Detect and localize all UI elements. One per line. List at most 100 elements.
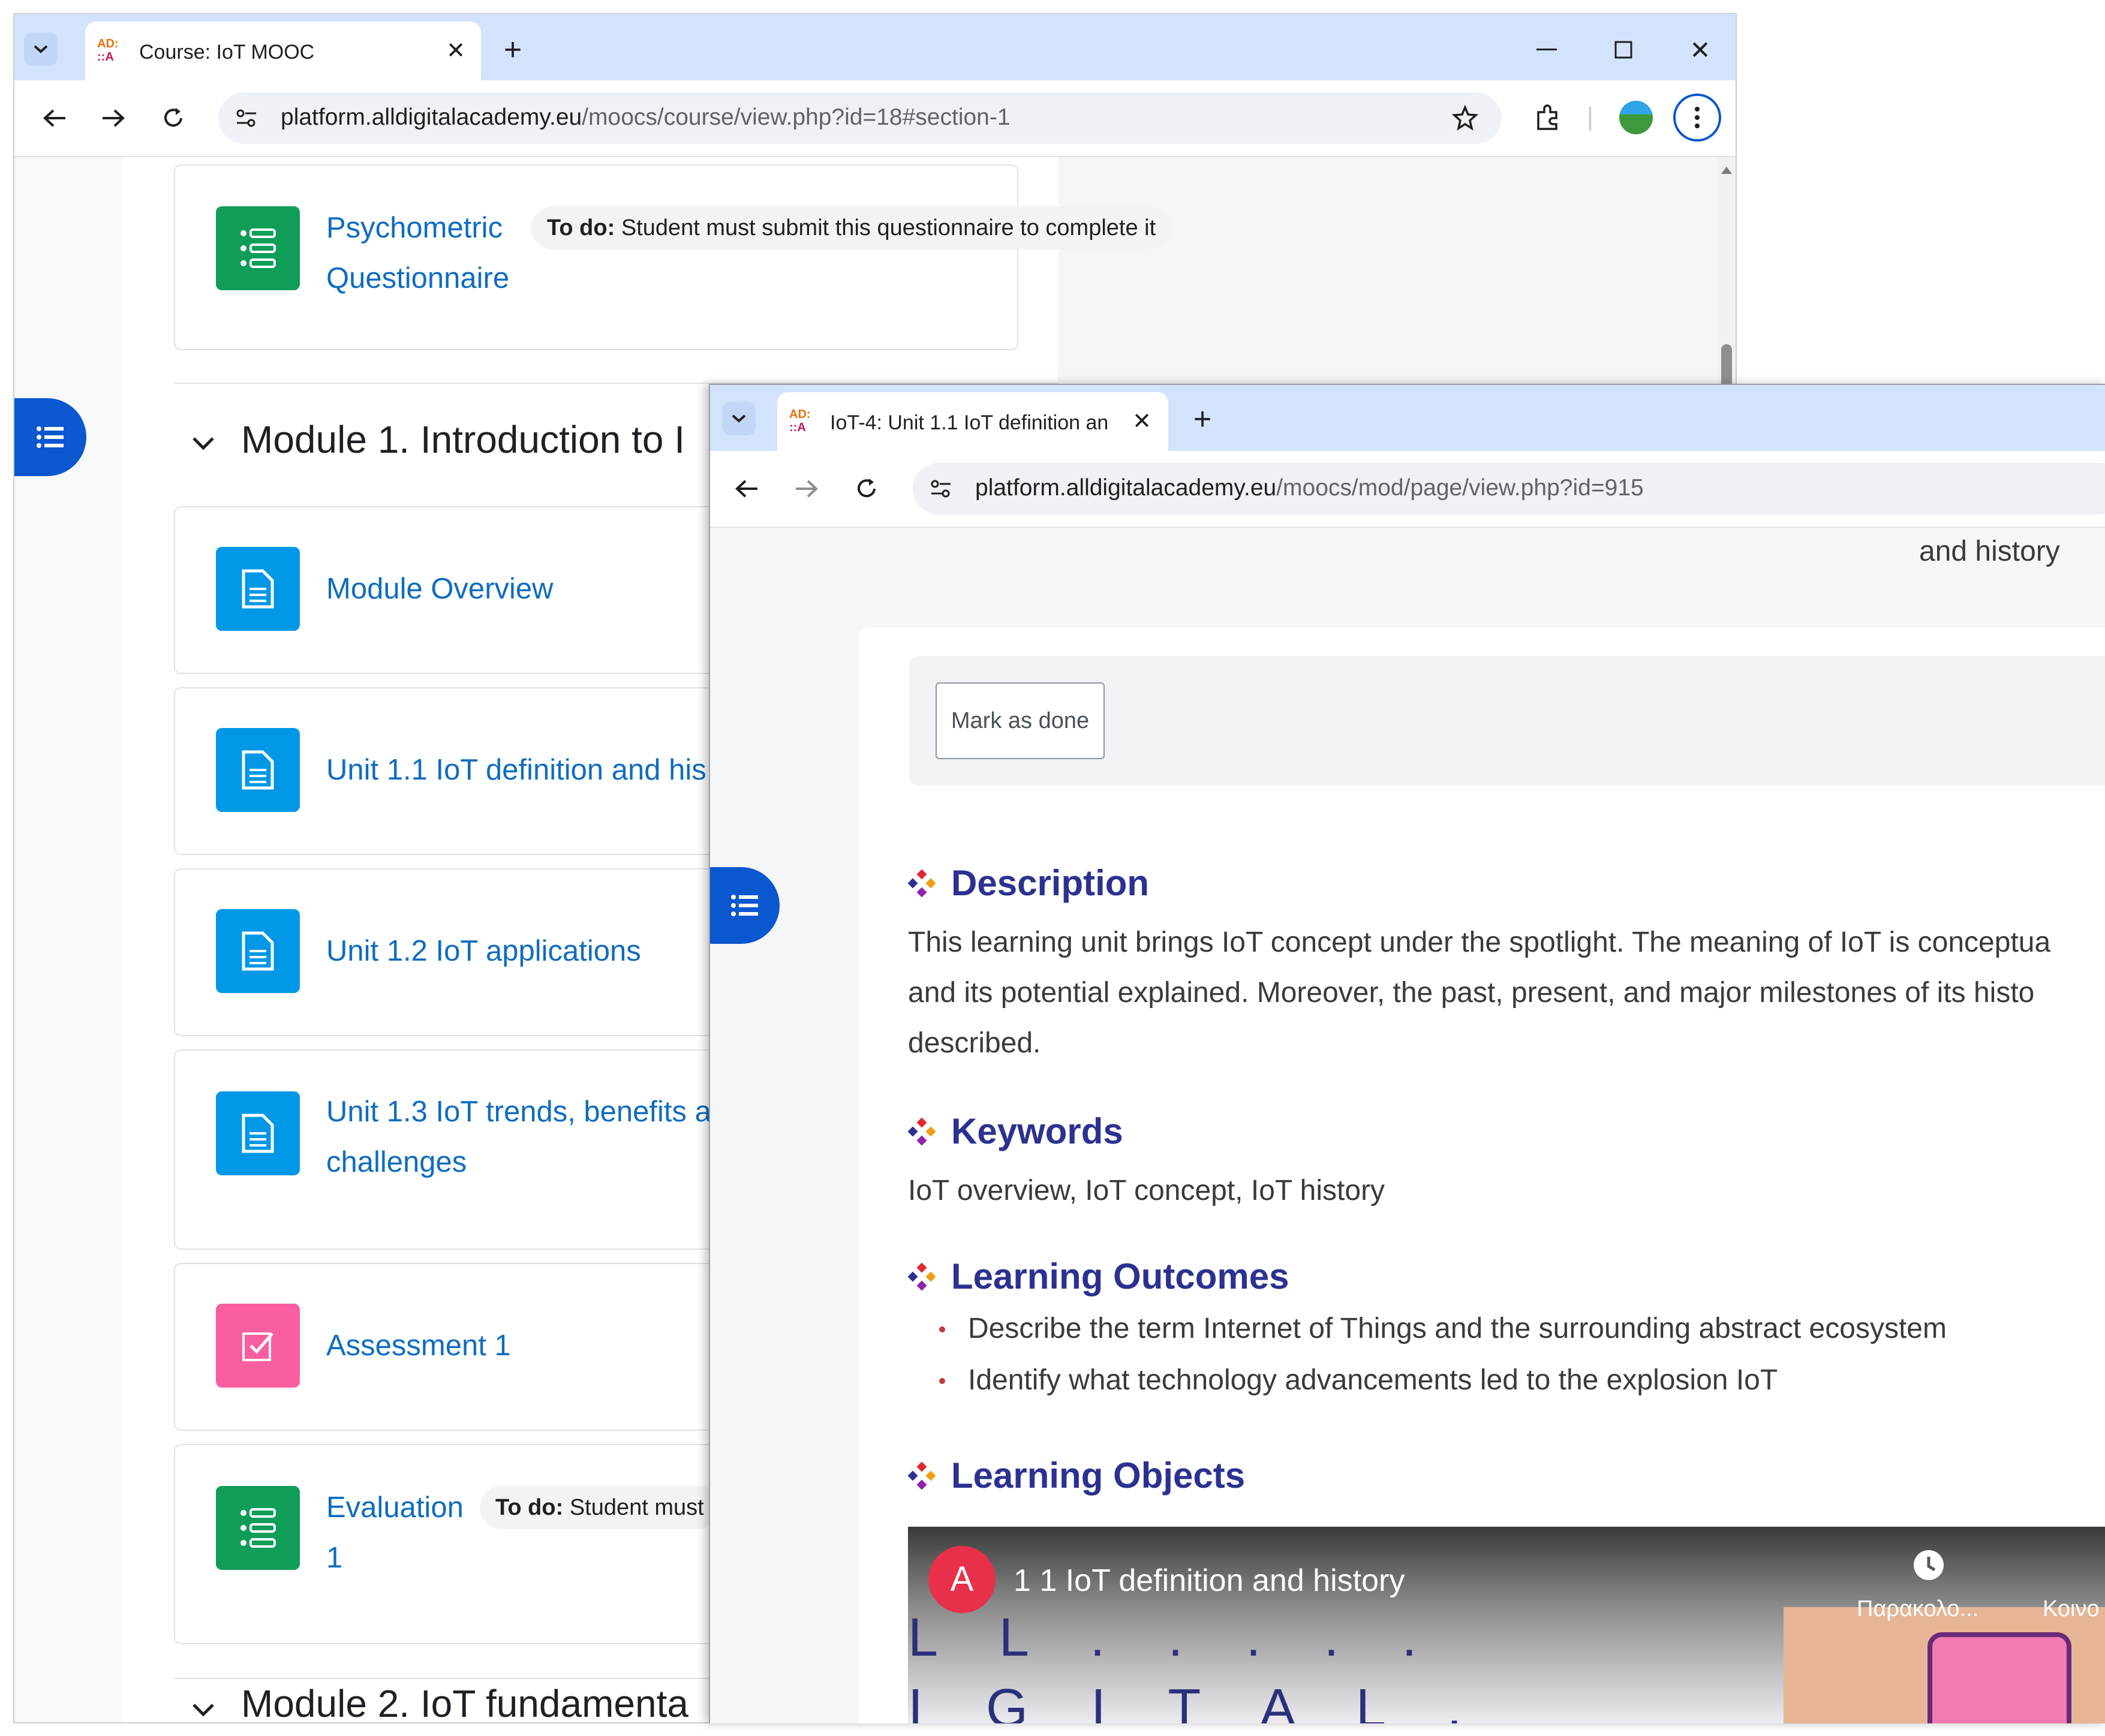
url-host: platform.alldigitalacademy.eu xyxy=(975,475,1277,501)
url-path: /moocs/course/view.php?id=18#section-1 xyxy=(582,104,1011,130)
description-line-2: and its potential explained. Moreover, t… xyxy=(908,977,2035,1009)
activity-psychometric[interactable]: Psychometric Questionnaire To do: Studen… xyxy=(174,164,1172,350)
browser-toolbar: platform.alldigitalacademy.eu/moocs/mod/… xyxy=(710,451,2105,528)
close-tab-icon[interactable]: ✕ xyxy=(1130,409,1154,434)
toolbar-divider xyxy=(1589,107,1591,131)
outcomes-list: Describe the term Internet of Things and… xyxy=(909,1312,2103,1420)
site-info-icon[interactable] xyxy=(927,475,955,503)
address-bar[interactable]: platform.alldigitalacademy.eu/moocs/mod/… xyxy=(913,463,2105,515)
assessment-icon xyxy=(216,1304,300,1388)
new-tab-button[interactable]: + xyxy=(1187,402,1217,437)
questionnaire-icon xyxy=(216,1486,300,1570)
back-arrow-icon[interactable] xyxy=(38,102,71,134)
questionnaire-icon xyxy=(216,206,300,290)
breadcrumb-tail[interactable]: and history xyxy=(1919,535,2060,568)
extensions-icon[interactable] xyxy=(1530,101,1565,136)
description-heading: Description xyxy=(951,863,1150,903)
url-text[interactable]: platform.alldigitalacademy.eu/moocs/cour… xyxy=(281,104,1011,131)
tab-unit-1-1[interactable]: AD:::A IoT-4: Unit 1.1 IoT definition an… xyxy=(777,392,1168,451)
activity-link[interactable]: Assessment 1 xyxy=(326,1320,511,1371)
list-item: Identify what technology advancements le… xyxy=(939,1364,1778,1396)
keywords-text: IoT overview, IoT concept, IoT history xyxy=(908,1175,1385,1207)
collapse-chevron-icon[interactable] xyxy=(188,428,218,458)
video-title[interactable]: 1 1 IoT definition and history xyxy=(1014,1563,1405,1599)
page-icon xyxy=(216,547,300,631)
completion-badge: To do: Student must submit this question… xyxy=(531,206,1172,249)
description-line-3: described. xyxy=(908,1027,1041,1059)
activity-link-line2[interactable]: challenges xyxy=(326,1137,467,1187)
tab-title: IoT-4: Unit 1.1 IoT definition an xyxy=(830,411,1109,434)
completion-badge: To do: Student must xyxy=(480,1486,720,1529)
page-icon xyxy=(216,728,300,812)
activity-link-line2[interactable]: 1 xyxy=(326,1533,342,1583)
address-bar[interactable]: platform.alldigitalacademy.eu/moocs/cour… xyxy=(218,92,1502,144)
reload-icon[interactable] xyxy=(157,102,190,134)
page-icon xyxy=(216,1091,300,1175)
activity-link[interactable]: Evaluation xyxy=(326,1482,464,1533)
channel-avatar[interactable]: A xyxy=(928,1546,996,1613)
forward-arrow-icon[interactable] xyxy=(790,473,823,505)
video-frame-text-2: I G I T A L . xyxy=(908,1678,1486,1723)
tab-search-button[interactable] xyxy=(722,402,756,435)
ada-logo-icon: AD:::A xyxy=(789,408,811,434)
browser-toolbar: platform.alldigitalacademy.eu/moocs/cour… xyxy=(14,80,1736,157)
video-frame-device xyxy=(1927,1632,2071,1723)
module-2-heading[interactable]: Module 2. IoT fundamenta xyxy=(241,1681,688,1722)
tab-strip: AD:::A IoT-4: Unit 1.1 IoT definition an… xyxy=(710,385,2105,451)
chevron-down-icon xyxy=(34,45,48,53)
watch-later-label[interactable]: Παρακολο... xyxy=(1857,1596,1978,1622)
tab-title: Course: IoT MOOC xyxy=(139,41,315,64)
todo-text: Student must xyxy=(569,1495,704,1520)
browser-window-unit: AD:::A IoT-4: Unit 1.1 IoT definition an… xyxy=(709,384,2105,1723)
bookmark-star-icon[interactable] xyxy=(1450,103,1480,133)
new-tab-button[interactable]: + xyxy=(498,32,528,67)
activity-header: Mark as done xyxy=(909,656,2105,786)
close-window-button[interactable]: ✕ xyxy=(1685,35,1715,65)
profile-avatar[interactable] xyxy=(1619,101,1653,134)
activity-link-line2[interactable]: Questionnaire xyxy=(326,253,509,303)
url-host: platform.alldigitalacademy.eu xyxy=(281,104,582,130)
mark-as-done-button[interactable]: Mark as done xyxy=(936,682,1105,759)
tab-course[interactable]: AD:::A Course: IoT MOOC ✕ xyxy=(85,22,481,80)
section-diamond-icon xyxy=(908,1462,936,1490)
todo-label: To do: xyxy=(495,1495,564,1520)
list-item: Describe the term Internet of Things and… xyxy=(939,1313,1947,1344)
activity-link[interactable]: Unit 1.2 IoT applications xyxy=(326,926,641,976)
activity-link[interactable]: Unit 1.3 IoT trends, benefits a xyxy=(326,1087,711,1137)
site-info-icon[interactable] xyxy=(233,104,260,132)
todo-label: To do: xyxy=(547,215,615,240)
back-arrow-icon[interactable] xyxy=(730,473,763,505)
section-diamond-icon xyxy=(908,869,936,897)
collapse-chevron-icon[interactable] xyxy=(188,1695,218,1722)
forward-arrow-icon[interactable] xyxy=(97,102,130,134)
minimize-icon xyxy=(1536,49,1557,50)
activity-link[interactable]: Unit 1.1 IoT definition and his xyxy=(326,745,706,795)
video-embed[interactable]: A 1 1 IoT definition and history Παρακολ… xyxy=(908,1527,2105,1723)
learning-objects-heading: Learning Objects xyxy=(951,1455,1246,1496)
description-line-1: This learning unit brings IoT concept un… xyxy=(908,926,2051,958)
maximize-button[interactable] xyxy=(1608,35,1638,65)
list-icon xyxy=(731,895,758,916)
close-tab-icon[interactable]: ✕ xyxy=(444,38,468,64)
learning-outcomes-heading: Learning Outcomes xyxy=(951,1256,1289,1296)
url-path: /moocs/mod/page/view.php?id=915 xyxy=(1276,475,1644,501)
tab-search-button[interactable] xyxy=(24,32,58,66)
section-diamond-icon xyxy=(908,1118,936,1145)
scroll-up-arrow-icon xyxy=(1721,167,1732,174)
menu-kebab-icon[interactable] xyxy=(1673,94,1721,142)
activity-link[interactable]: Module Overview xyxy=(326,564,554,614)
keywords-heading: Keywords xyxy=(951,1111,1123,1151)
url-text[interactable]: platform.alldigitalacademy.eu/moocs/mod/… xyxy=(975,475,1644,501)
chevron-down-icon xyxy=(732,414,746,423)
share-label[interactable]: Κοινο xyxy=(2043,1596,2100,1622)
clock-icon[interactable] xyxy=(1911,1547,1947,1583)
reload-icon[interactable] xyxy=(850,473,883,505)
module-1-heading[interactable]: Module 1. Introduction to I xyxy=(241,417,685,462)
section-diamond-icon xyxy=(908,1263,936,1290)
todo-text: Student must submit this questionnaire t… xyxy=(621,215,1156,240)
activity-link[interactable]: Psychometric xyxy=(326,203,503,253)
ada-logo-icon: AD:::A xyxy=(97,37,119,64)
video-frame-text-1: L L . . . . . xyxy=(908,1608,1441,1668)
minimize-button[interactable] xyxy=(1532,35,1562,65)
maximize-icon xyxy=(1614,41,1632,59)
